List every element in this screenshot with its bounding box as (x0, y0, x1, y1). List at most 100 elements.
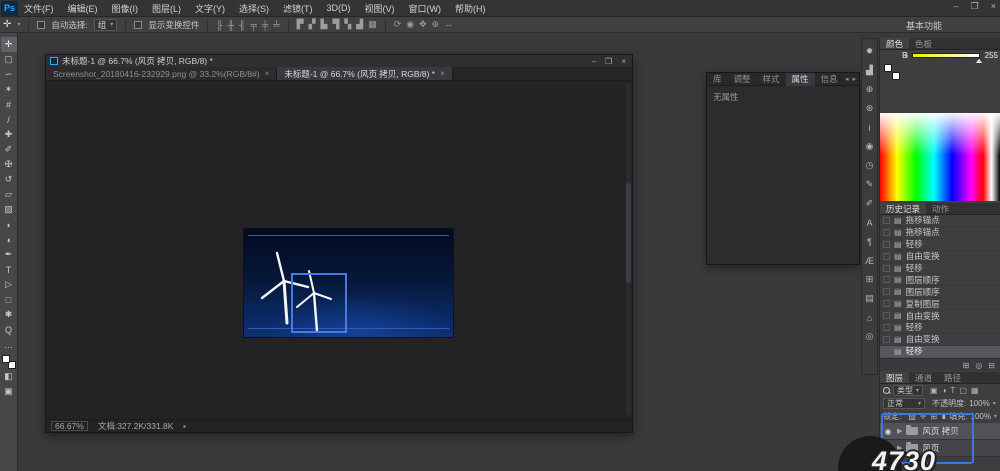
history-state-row[interactable]: ▤ 拖移锚点 (880, 215, 1000, 227)
history-state-row[interactable]: ▤ 轻移 (880, 239, 1000, 251)
lock-all-icon[interactable]: ∎ (941, 412, 946, 421)
panel-tab[interactable]: 色板 (909, 38, 938, 49)
history-state-row[interactable]: ▤ 图层顺序 (880, 274, 1000, 286)
channel-value[interactable]: 255 (985, 51, 998, 60)
canvas-area[interactable] (46, 82, 632, 419)
libraries-icon[interactable]: ◎ (862, 327, 877, 346)
menu-item[interactable]: 图像(I) (112, 2, 139, 15)
history-state-row[interactable]: ▤ 自由变换 (880, 310, 1000, 322)
align-hcenter-icon[interactable]: ╫ (228, 20, 234, 30)
history-source-checkbox[interactable] (883, 253, 890, 260)
lasso-tool[interactable]: ∽ (1, 67, 17, 82)
restore-icon[interactable]: ❐ (605, 57, 612, 66)
auto-select-checkbox[interactable] (37, 21, 45, 29)
document-title-bar[interactable]: 未标题-1 @ 66.7% (风页 拷贝, RGB/8) * – ❐ × (46, 55, 632, 67)
auto-align-icon[interactable]: ▦ (368, 19, 377, 30)
history-source-checkbox[interactable] (883, 300, 890, 307)
3d-pan-icon[interactable]: ✥ (419, 19, 427, 30)
history-state-row[interactable]: ▤ 图层顺序 (880, 286, 1000, 298)
3d-scale-icon[interactable]: ↔ (444, 19, 453, 30)
distribute-bottom-icon[interactable]: ▙ (321, 19, 328, 30)
show-transform-checkbox[interactable] (134, 21, 142, 29)
close-icon[interactable]: × (621, 57, 626, 66)
3d-slide-icon[interactable]: ⊕ (432, 19, 440, 30)
panel-tab[interactable]: 样式 (757, 73, 786, 86)
align-left-icon[interactable]: ╟ (216, 20, 222, 30)
distribute-top-icon[interactable]: ▛ (297, 19, 304, 30)
distribute-right-icon[interactable]: ▟ (356, 19, 363, 30)
zoom-level-input[interactable]: 66.67% (51, 421, 88, 431)
history-source-checkbox[interactable] (883, 217, 890, 224)
menu-item[interactable]: 滤镜(T) (283, 2, 313, 15)
delete-state-icon[interactable]: ⊟ (988, 361, 995, 370)
new-doc-from-state-icon[interactable]: ⊞ (963, 361, 970, 370)
properties-icon[interactable]: ◉ (862, 137, 877, 156)
lock-transparency-icon[interactable]: ▨ (908, 412, 916, 421)
navigator-icon[interactable]: ⊕ (862, 80, 877, 99)
color-swatches[interactable] (884, 64, 900, 80)
history-source-checkbox[interactable] (883, 348, 890, 355)
history-source-checkbox[interactable] (883, 265, 890, 272)
image-canvas[interactable] (244, 229, 453, 337)
character-icon[interactable]: A (862, 213, 877, 232)
history-state-row[interactable]: ▤ 轻移 (880, 346, 1000, 358)
panel-collapse-left-icon[interactable]: ◂ (845, 75, 849, 83)
panel-tab[interactable]: 调整 (728, 73, 757, 86)
menu-item[interactable]: 选择(S) (239, 2, 269, 15)
panel-tab[interactable]: 通道 (909, 372, 938, 383)
type-tool[interactable]: T (1, 262, 17, 277)
panel-tab[interactable]: 颜色 (880, 38, 909, 49)
quick-mask-button[interactable]: ◧ (1, 369, 17, 384)
history-source-checkbox[interactable] (883, 288, 890, 295)
type-filter-icon[interactable]: T (950, 386, 955, 395)
move-tool-icon[interactable]: ✛ (3, 19, 11, 30)
pen-tool[interactable]: ✒ (1, 247, 17, 262)
history-source-checkbox[interactable] (883, 229, 890, 236)
menu-item[interactable]: 文件(F) (24, 2, 54, 15)
glyphs-icon[interactable]: Æ (862, 251, 877, 270)
history-source-checkbox[interactable] (883, 336, 890, 343)
marquee-tool[interactable]: ▢ (1, 52, 17, 67)
opacity-value[interactable]: 100% (969, 399, 989, 408)
history-source-checkbox[interactable] (883, 324, 890, 331)
quick-selection-tool[interactable]: ✶ (1, 82, 17, 97)
history-state-row[interactable]: ▤ 拖移锚点 (880, 227, 1000, 239)
panel-tab[interactable]: 信息 (815, 73, 844, 86)
background-color-swatch[interactable] (892, 72, 900, 80)
shape-filter-icon[interactable]: ▢ (959, 386, 967, 395)
dodge-tool[interactable]: ◖ (1, 232, 17, 247)
color-swatches[interactable] (2, 355, 16, 369)
clone-source-icon[interactable]: ⊛ (862, 99, 877, 118)
shape-tool[interactable]: □ (1, 292, 17, 307)
document-tab[interactable]: 未标题-1 @ 66.7% (风页 拷贝, RGB/8) * × (277, 67, 452, 80)
lock-position-icon[interactable]: ⊞ (931, 412, 938, 421)
distribute-vcenter-icon[interactable]: ▞ (309, 19, 316, 30)
minimize-icon[interactable]: – (954, 1, 959, 12)
history-source-checkbox[interactable] (883, 241, 890, 248)
document-tab[interactable]: Screenshot_20180416-232929.png @ 33.2%(R… (46, 67, 277, 80)
foreground-color-swatch[interactable] (884, 64, 892, 72)
eraser-tool[interactable]: ▱ (1, 187, 17, 202)
menu-item[interactable]: 3D(D) (327, 3, 351, 13)
menu-item[interactable]: 帮助(H) (455, 2, 486, 15)
info-icon[interactable]: i (862, 118, 877, 137)
chevron-right-icon[interactable]: ▶ (897, 427, 902, 435)
history-state-row[interactable]: ▤ 轻移 (880, 263, 1000, 275)
clone-stamp-tool[interactable]: ✠ (1, 157, 17, 172)
history-source-checkbox[interactable] (883, 312, 890, 319)
fill-value[interactable]: 100% (971, 412, 991, 421)
tool-preset-caret-icon[interactable]: ▾ (17, 21, 20, 28)
menu-item[interactable]: 窗口(W) (409, 2, 442, 15)
layer-group-fengye-copy[interactable]: ◉ ▶ 风页 拷贝 (880, 423, 1000, 440)
panel-tab[interactable]: 动作 (926, 203, 955, 214)
scrollbar-thumb[interactable] (626, 183, 631, 282)
blur-tool[interactable]: ◗ (1, 217, 17, 232)
distribute-left-icon[interactable]: ▜ (332, 19, 339, 30)
panel-tab[interactable]: 历史记录 (880, 203, 926, 214)
align-right-icon[interactable]: ╢ (239, 20, 245, 30)
more-tools[interactable]: … (1, 337, 17, 352)
move-tool[interactable]: ✛ (1, 37, 17, 52)
timeline-icon[interactable]: ◷ (862, 156, 877, 175)
screen-mode-button[interactable]: ▣ (1, 384, 17, 399)
lock-pixels-icon[interactable]: ✛ (920, 412, 927, 421)
